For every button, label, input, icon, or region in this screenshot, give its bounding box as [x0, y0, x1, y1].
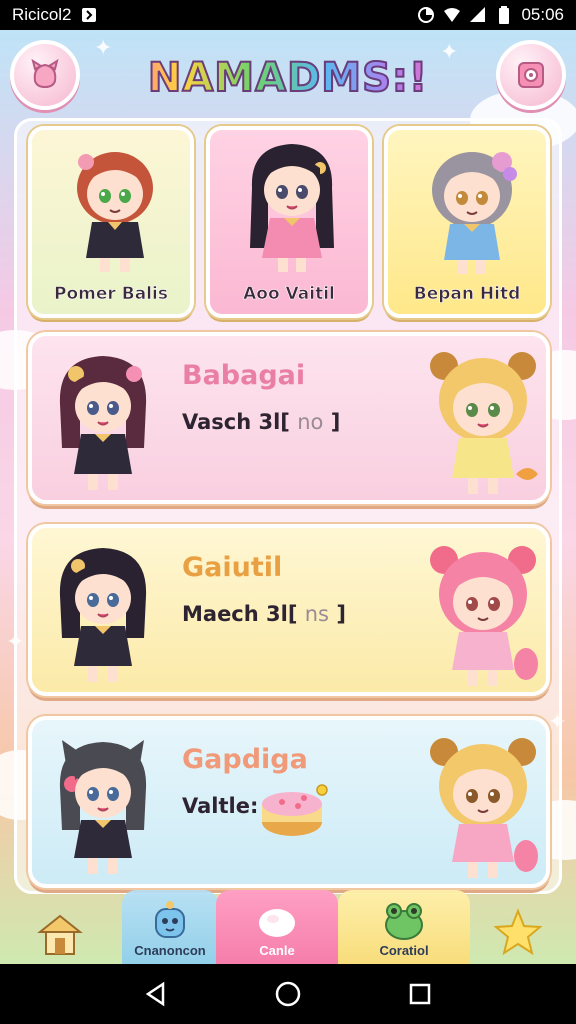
character-avatar [59, 356, 147, 490]
character-avatar [432, 152, 517, 274]
heart-card-icon [259, 909, 295, 937]
settings-button[interactable] [496, 40, 566, 110]
nav-cottage-label: Coratiol [379, 943, 429, 958]
nav-cards-label: Canle [259, 943, 295, 958]
character-name: Pomer Balis [54, 284, 168, 305]
wifi-icon [444, 8, 461, 22]
nav-companion[interactable]: Cnanoncon [122, 890, 218, 964]
character-card[interactable]: Pomer Balis [28, 126, 194, 318]
character-avatar [250, 144, 334, 272]
item-stat: Vasch 3l[ no ] [182, 410, 341, 434]
nav-cottage[interactable]: Coratiol [338, 890, 470, 964]
battery-icon [499, 6, 510, 24]
list-item[interactable]: Babagai Vasch 3l[ no ] [28, 332, 550, 504]
clock-text: 05:06 [521, 5, 564, 24]
frog-icon [385, 903, 423, 940]
list-item[interactable]: Gapdiga Valtle: [28, 716, 550, 888]
item-name: Babagai [182, 360, 306, 391]
recents-square-icon [409, 983, 431, 1005]
bottom-nav: Cnanoncon Canle Coratiol [0, 890, 576, 964]
settings-icon [518, 62, 544, 88]
companion-icon [155, 901, 185, 938]
recents-button[interactable] [400, 974, 440, 1014]
signal-icon [470, 7, 486, 22]
system-nav-bar [0, 964, 576, 1024]
data-saver-icon [418, 7, 435, 23]
companion-avatar [430, 352, 538, 494]
pet-paw-icon [31, 58, 59, 89]
nav-companion-label: Cnanoncon [134, 943, 206, 958]
back-triangle-icon [145, 981, 165, 1007]
star-icon [493, 908, 543, 956]
character-avatar [77, 152, 153, 272]
carrier-text: Ricicol2 [12, 5, 72, 24]
nav-home[interactable] [30, 890, 90, 964]
character-name: Aoo Vaitil [243, 284, 335, 305]
notification-icon [81, 8, 96, 22]
app-title: NAMADMS:! [110, 48, 466, 108]
character-card[interactable]: Bepan Hitd [384, 126, 550, 318]
pet-menu-button[interactable] [10, 40, 80, 110]
nav-star[interactable] [478, 890, 558, 964]
companion-avatar [430, 546, 538, 686]
item-name: Gaiutil [182, 552, 283, 583]
status-bar: Ricicol2 05:06 [0, 0, 576, 30]
item-stat: Valtle: [182, 794, 259, 818]
item-stat: Maech 3l[ ns ] [182, 602, 346, 626]
cake-icon [262, 784, 328, 836]
home-button[interactable] [268, 974, 308, 1014]
character-avatar [59, 740, 147, 874]
house-icon [37, 914, 83, 955]
character-name: Bepan Hitd [413, 284, 521, 305]
back-button[interactable] [136, 974, 176, 1014]
companion-avatar [430, 738, 538, 878]
character-card-selected[interactable]: Aoo Vaitil [206, 126, 372, 318]
home-circle-icon [275, 981, 301, 1007]
character-avatar [59, 548, 147, 682]
list-item[interactable]: Gaiutil Maech 3l[ ns ] [28, 524, 550, 696]
item-name: Gapdiga [182, 744, 308, 775]
nav-cards[interactable]: Canle [216, 890, 338, 964]
